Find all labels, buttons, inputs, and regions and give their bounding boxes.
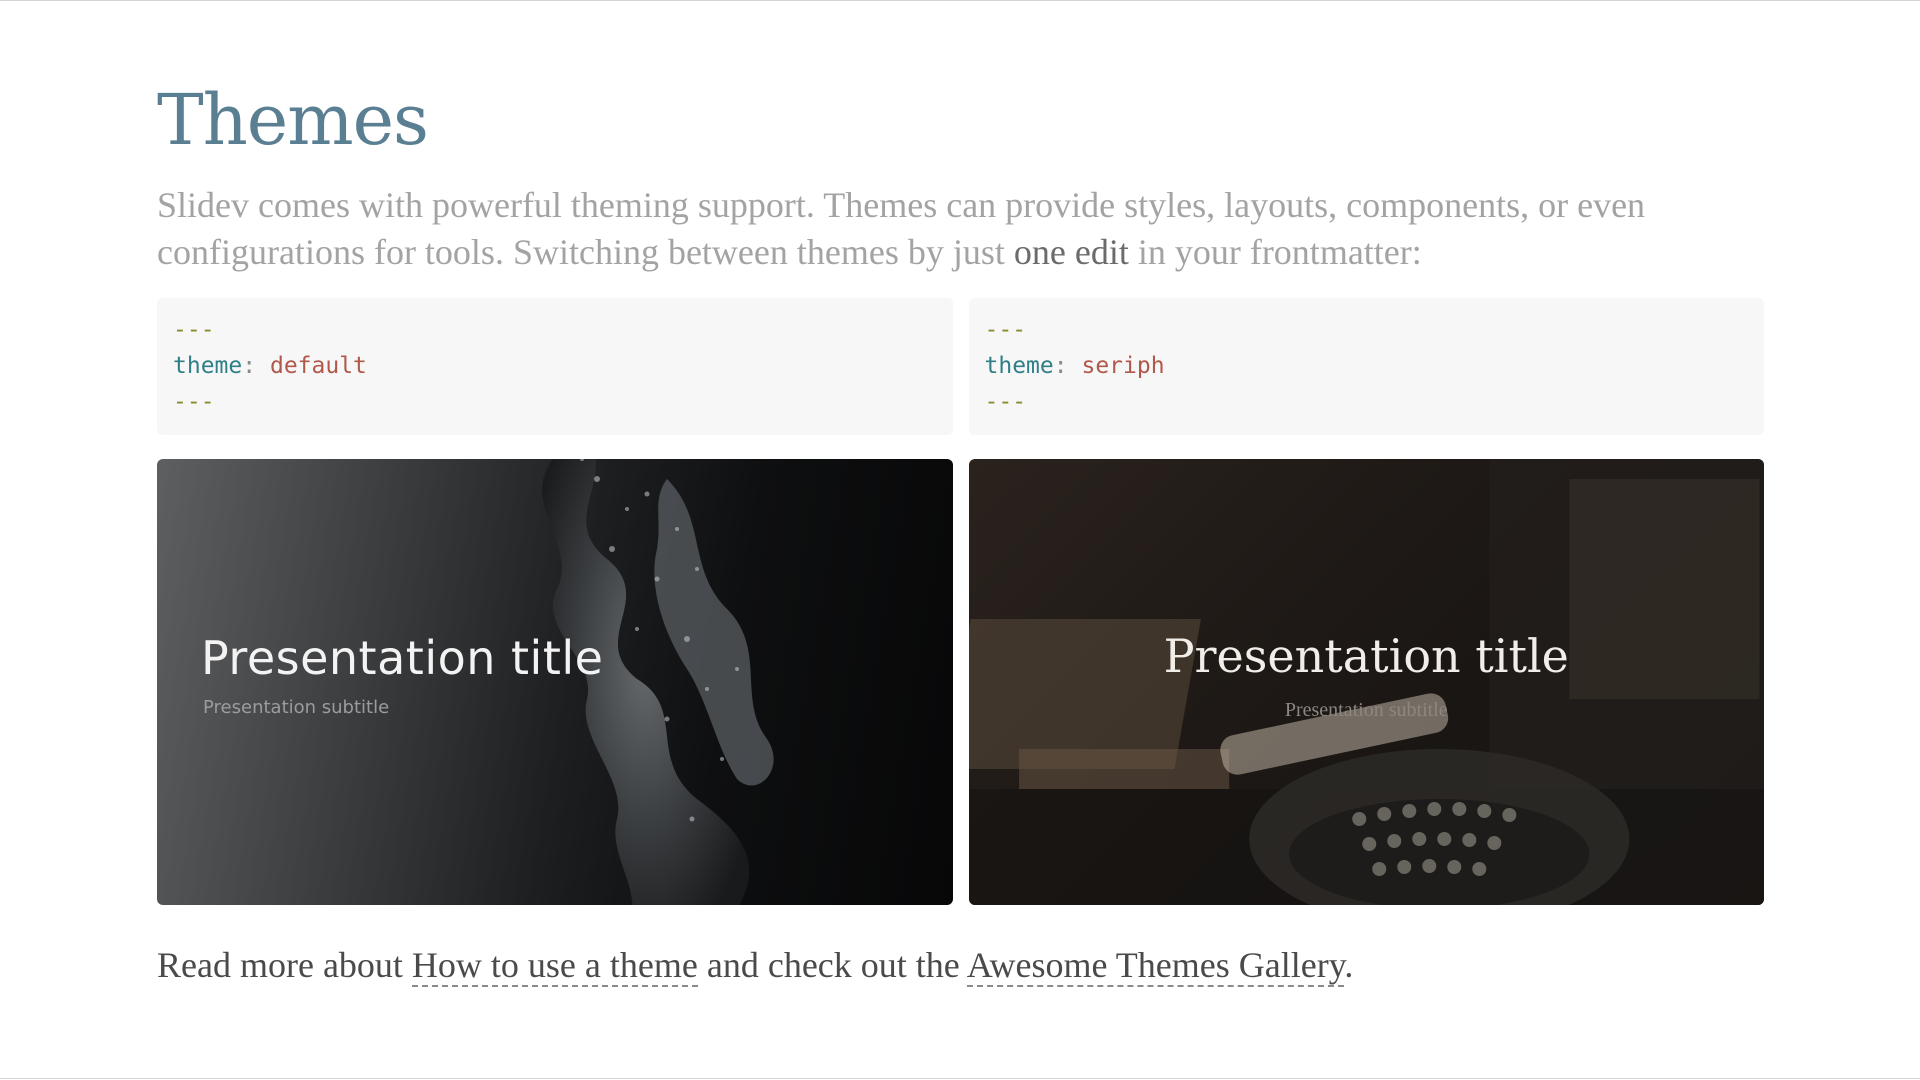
- code-row: --- theme: default --- --- theme: seriph…: [157, 298, 1764, 435]
- code-block-default: --- theme: default ---: [157, 298, 953, 435]
- footer-paragraph: Read more about How to use a theme and c…: [157, 941, 1764, 989]
- how-to-use-theme-link[interactable]: How to use a theme: [411, 945, 698, 987]
- code-dash-open: ---: [173, 317, 215, 343]
- code-key: theme: [173, 353, 243, 379]
- code-colon: :: [1053, 353, 1068, 379]
- slide-title: Themes: [157, 79, 429, 161]
- code-value: default: [269, 353, 367, 379]
- theme-preview-seriph: Presentation title Presentation subtitle: [968, 459, 1764, 905]
- preview-subtitle: Presentation subtitle: [203, 697, 390, 718]
- preview-subtitle: Presentation subtitle: [1284, 699, 1448, 721]
- footer-suffix: .: [1344, 945, 1354, 985]
- code-dash-open: ---: [984, 317, 1027, 343]
- preview-row: Presentation title Presentation subtitle: [157, 459, 1764, 905]
- slide: Themes Slidev comes with powerful themin…: [157, 60, 1764, 989]
- code-line-theme: theme: default: [173, 348, 937, 384]
- code-colon: :: [242, 353, 257, 379]
- code-line-theme: theme: seriph: [985, 348, 1749, 384]
- intro-text-part2: in your frontmatter:: [1128, 232, 1422, 272]
- footer-middle: and check out the: [697, 945, 967, 985]
- frame-top-border: [0, 0, 1920, 1]
- code-block-seriph: --- theme: seriph ---: [968, 298, 1764, 435]
- code-dash-close: ---: [984, 389, 1027, 415]
- awesome-themes-gallery-link[interactable]: Awesome Themes Gallery: [966, 945, 1345, 987]
- footer-prefix: Read more about: [157, 945, 412, 985]
- intro-paragraph: Slidev comes with powerful theming suppo…: [157, 182, 1764, 276]
- code-value: seriph: [1081, 353, 1165, 379]
- preview-title: Presentation title: [1163, 629, 1569, 683]
- intro-emphasis: one edit: [1013, 232, 1129, 272]
- preview-title: Presentation title: [201, 631, 604, 685]
- code-dash-close: ---: [173, 389, 215, 415]
- code-key: theme: [984, 353, 1054, 379]
- intro-text-part1: Slidev comes with powerful theming suppo…: [157, 185, 1646, 272]
- frame-bottom-border: [0, 1078, 1920, 1079]
- theme-preview-default: Presentation title Presentation subtitle: [157, 459, 953, 905]
